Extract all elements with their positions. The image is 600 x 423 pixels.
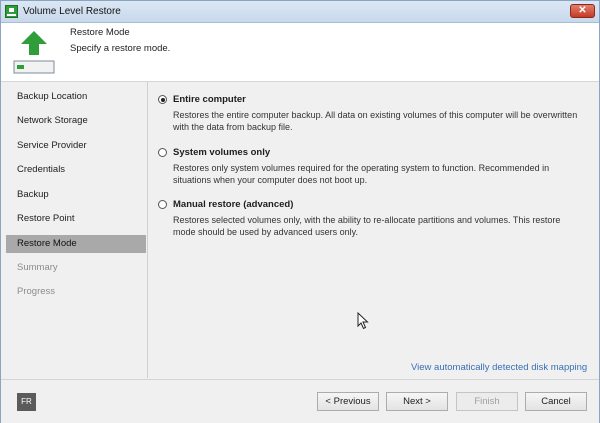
next-button[interactable]: Next > [386,392,448,411]
option-label[interactable]: Entire computer [173,94,246,105]
wizard-steps-sidebar: Backup Location Network Storage Service … [1,82,148,378]
page-subtitle: Specify a restore mode. [70,43,171,54]
wizard-header: Restore Mode Specify a restore mode. [1,23,599,82]
restore-arrow-icon [13,31,55,74]
title-bar: Volume Level Restore ✕ [1,1,599,23]
sidebar-item-restore-point[interactable]: Restore Point [6,210,146,228]
sidebar-item-restore-mode[interactable]: Restore Mode [6,235,146,253]
radio-system-volumes[interactable] [158,148,167,157]
restore-wizard-window: Volume Level Restore ✕ Restore Mode Spec… [0,0,600,423]
close-button[interactable]: ✕ [570,4,595,18]
option-label[interactable]: System volumes only [173,147,270,158]
window-title: Volume Level Restore [23,6,121,17]
cancel-button[interactable]: Cancel [525,392,587,411]
language-badge[interactable]: FR [17,393,36,411]
app-icon [5,5,18,18]
disk-mapping-link[interactable]: View automatically detected disk mapping [411,362,587,373]
sidebar-item-progress: Progress [17,286,56,297]
sidebar-item-service-provider[interactable]: Service Provider [6,137,146,155]
option-label[interactable]: Manual restore (advanced) [173,199,293,210]
wizard-footer: FR < Previous Next > Finish Cancel [1,379,599,423]
previous-button[interactable]: < Previous [317,392,379,411]
sidebar-item-backup-location[interactable]: Backup Location [6,88,146,106]
sidebar-item-backup[interactable]: Backup [6,186,146,204]
option-description: Restores only system volumes required fo… [173,163,550,185]
restore-mode-panel: Entire computer Restores the entire comp… [148,82,599,378]
page-title: Restore Mode [70,27,130,38]
finish-button: Finish [456,392,518,411]
sidebar-item-summary: Summary [17,262,58,273]
sidebar-item-network-storage[interactable]: Network Storage [6,112,146,130]
mouse-cursor-icon [357,312,369,330]
option-description: Restores selected volumes only, with the… [173,215,561,237]
radio-manual-restore[interactable] [158,200,167,209]
sidebar-item-credentials[interactable]: Credentials [6,161,146,179]
radio-entire-computer[interactable] [158,95,167,104]
option-description: Restores the entire computer backup. All… [173,110,578,132]
